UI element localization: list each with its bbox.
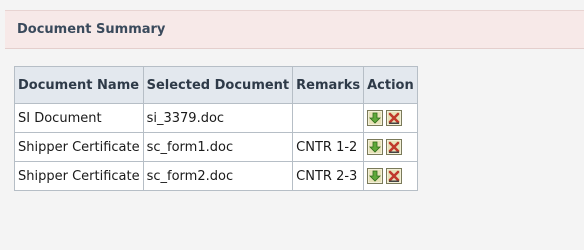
column-header-remarks: Remarks — [292, 66, 365, 104]
document-summary-panel: Document Summary Document Name Selected … — [0, 0, 584, 250]
document-name-cell: Shipper Certificate — [14, 161, 144, 191]
table-row: Shipper Certificate sc_form2.doc CNTR 2-… — [14, 161, 418, 191]
selected-document-cell: sc_form2.doc — [142, 161, 294, 191]
selected-document-cell: sc_form1.doc — [142, 132, 294, 162]
selected-document-cell: si_3379.doc — [142, 103, 294, 133]
column-header-action: Action — [363, 66, 418, 104]
download-icon[interactable] — [367, 110, 384, 126]
action-cell — [363, 103, 418, 133]
table-row: Shipper Certificate sc_form1.doc CNTR 1-… — [14, 132, 418, 162]
panel-header: Document Summary — [5, 10, 584, 49]
remarks-cell: CNTR 2-3 — [292, 161, 365, 191]
document-name-cell: Shipper Certificate — [14, 132, 144, 162]
remarks-cell — [292, 103, 365, 133]
table-header-row: Document Name Selected Document Remarks … — [14, 66, 418, 104]
delete-icon[interactable] — [386, 110, 403, 126]
action-cell — [363, 161, 418, 191]
table-row: SI Document si_3379.doc — [14, 103, 418, 133]
column-header-document-name: Document Name — [14, 66, 144, 104]
delete-icon[interactable] — [386, 139, 403, 155]
document-name-cell: SI Document — [14, 103, 144, 133]
delete-icon[interactable] — [386, 168, 403, 184]
download-icon[interactable] — [367, 139, 384, 155]
download-icon[interactable] — [367, 168, 384, 184]
panel-title: Document Summary — [17, 22, 166, 37]
document-table: Document Name Selected Document Remarks … — [14, 66, 418, 191]
column-header-selected-document: Selected Document — [142, 66, 294, 104]
action-cell — [363, 132, 418, 162]
remarks-cell: CNTR 1-2 — [292, 132, 365, 162]
